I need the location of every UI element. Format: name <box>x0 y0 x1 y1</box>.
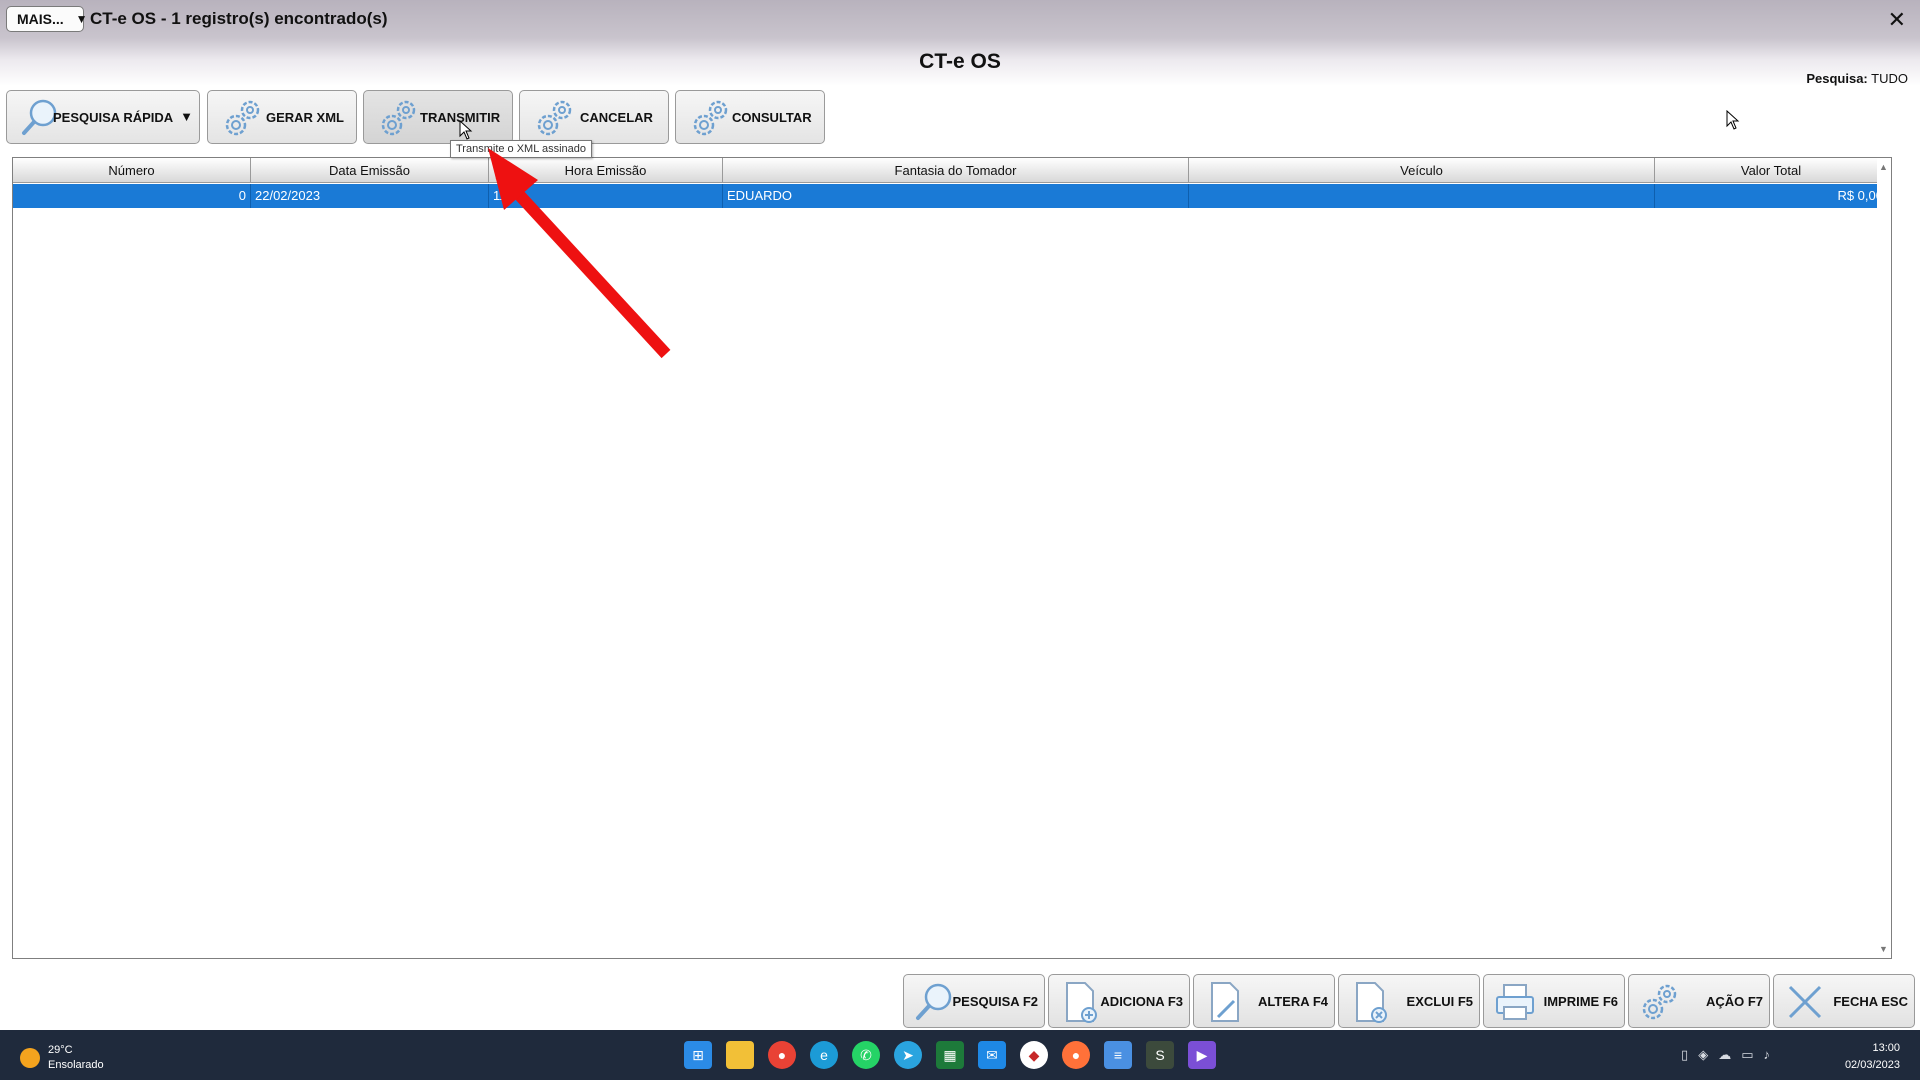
page-title: CT-e OS <box>919 50 1001 73</box>
edit-f4-label: ALTERA F4 <box>1257 994 1328 1009</box>
search-f2-button[interactable]: PESQUISA F2 <box>903 974 1045 1028</box>
search-filter-value: TUDO <box>1871 71 1908 86</box>
action-f7-label: AÇÃO F7 <box>1705 994 1763 1009</box>
cell-tomador: EDUARDO <box>723 184 1189 208</box>
edit-f4-button[interactable]: ALTERA F4 <box>1193 974 1335 1028</box>
window-title: CT-e OS - 1 registro(s) encontrado(s) <box>90 9 388 28</box>
add-document-icon <box>1066 982 1097 1023</box>
delete-document-icon <box>1356 982 1387 1023</box>
scroll-down-icon[interactable]: ▼ <box>1879 944 1888 954</box>
cloud-icon[interactable]: ☁ <box>1718 1047 1731 1063</box>
mouse-cursor-icon <box>1726 110 1740 130</box>
cell-veiculo <box>1189 184 1655 208</box>
usb-icon[interactable]: ▯ <box>1681 1047 1688 1063</box>
search-filter-caption: Pesquisa: <box>1806 71 1868 86</box>
chevron-down-icon: ▼ <box>75 12 88 26</box>
vertical-scrollbar[interactable]: ▲ ▼ <box>1877 158 1891 958</box>
consult-label: CONSULTAR <box>732 110 812 125</box>
notepad-icon[interactable]: ≡ <box>1104 1041 1132 1069</box>
more-button[interactable]: MAIS... ▼ <box>6 6 88 32</box>
security-icon[interactable]: ◆ <box>1020 1041 1048 1069</box>
scroll-up-icon[interactable]: ▲ <box>1879 162 1888 172</box>
cell-numero: 0 <box>13 184 251 208</box>
cancel-button[interactable]: CANCELAR <box>519 90 669 144</box>
generate-xml-label: GERAR XML <box>266 110 344 125</box>
print-f6-button[interactable]: IMPRIME F6 <box>1483 974 1625 1028</box>
mouse-cursor-icon <box>459 120 473 140</box>
gear-icon <box>225 100 260 136</box>
search-filter-label: Pesquisa: TUDO <box>1806 71 1908 86</box>
system-tray: ▯ ◈ ☁ ▭ ♪ <box>1681 1047 1770 1063</box>
spreadsheet-icon[interactable]: ▦ <box>936 1041 964 1069</box>
close-esc-button[interactable]: FECHA ESC <box>1773 974 1915 1028</box>
column-header-data-emissao[interactable]: Data Emissão <box>251 158 489 183</box>
column-header-tomador[interactable]: Fantasia do Tomador <box>723 158 1189 183</box>
gear-icon <box>381 100 416 136</box>
cell-valor-total: R$ 0,00 <box>1655 184 1888 208</box>
quick-search-label: PESQUISA RÁPIDA <box>53 110 174 125</box>
edit-document-icon <box>1211 982 1239 1022</box>
gear-icon <box>1642 984 1677 1020</box>
cancel-label: CANCELAR <box>580 110 653 125</box>
app-icon[interactable]: S <box>1146 1041 1174 1069</box>
records-grid: Número Data Emissão Hora Emissão Fantasi… <box>12 157 1892 959</box>
shield-icon[interactable]: ◈ <box>1698 1047 1708 1063</box>
consult-button[interactable]: CONSULTAR <box>675 90 825 144</box>
sun-icon <box>20 1048 40 1068</box>
mail-icon[interactable]: ✉ <box>978 1041 1006 1069</box>
clock-time: 13:00 <box>1872 1042 1900 1054</box>
start-icon[interactable]: ⊞ <box>684 1041 712 1069</box>
whatsapp-icon[interactable]: ✆ <box>852 1041 880 1069</box>
edge-icon[interactable]: e <box>810 1041 838 1069</box>
chrome-icon[interactable]: ● <box>768 1041 796 1069</box>
close-esc-label: FECHA ESC <box>1833 994 1908 1009</box>
magnifier-icon <box>916 983 952 1020</box>
table-row[interactable]: 0 22/02/2023 11:06 EDUARDO R$ 0,00 <box>13 184 1888 208</box>
video-editor-icon[interactable]: ▶ <box>1188 1041 1216 1069</box>
taskbar-apps: ⊞ ● e ✆ ➤ ▦ ✉ ◆ ● ≡ S ▶ <box>684 1041 1216 1069</box>
weather-condition: Ensolarado <box>48 1059 104 1071</box>
close-icon[interactable]: ✕ <box>1888 7 1906 33</box>
more-button-label: MAIS... <box>17 11 64 27</box>
delete-f5-label: EXCLUI F5 <box>1406 994 1473 1009</box>
add-f3-button[interactable]: ADICIONA F3 <box>1048 974 1190 1028</box>
search-f2-label: PESQUISA F2 <box>952 994 1038 1009</box>
title-bar: MAIS... ▼ CT-e OS - 1 registro(s) encont… <box>0 0 1920 38</box>
clock-date: 02/03/2023 <box>1844 1059 1900 1071</box>
generate-xml-button[interactable]: GERAR XML <box>207 90 357 144</box>
annotation-arrow-icon <box>488 148 671 359</box>
close-icon <box>1788 985 1822 1019</box>
telegram-icon[interactable]: ➤ <box>894 1041 922 1069</box>
speaker-icon[interactable]: ♪ <box>1764 1047 1771 1063</box>
gear-icon <box>693 100 728 136</box>
weather-widget[interactable]: 29°C Ensolarado <box>20 1043 104 1073</box>
quick-search-button[interactable]: PESQUISA RÁPIDA ▼ <box>6 90 200 144</box>
cell-data-emissao: 22/02/2023 <box>251 184 489 208</box>
file-explorer-icon[interactable] <box>726 1041 754 1069</box>
action-f7-button[interactable]: AÇÃO F7 <box>1628 974 1770 1028</box>
delete-f5-button[interactable]: EXCLUI F5 <box>1338 974 1480 1028</box>
transmit-button[interactable]: TRANSMITIR <box>363 90 513 144</box>
column-header-numero[interactable]: Número <box>13 158 251 183</box>
printer-icon <box>1496 984 1534 1020</box>
column-header-valor-total[interactable]: Valor Total <box>1655 158 1888 183</box>
add-f3-label: ADICIONA F3 <box>1100 994 1183 1009</box>
column-header-veiculo[interactable]: Veículo <box>1189 158 1655 183</box>
system-clock[interactable]: 13:00 02/03/2023 <box>1845 1040 1900 1074</box>
taskbar: 29°C Ensolarado ⊞ ● e ✆ ➤ ▦ ✉ ◆ ● ≡ S ▶ … <box>0 1030 1920 1080</box>
gear-icon <box>537 100 572 136</box>
network-icon[interactable]: ▭ <box>1741 1047 1753 1063</box>
weather-temperature: 29°C <box>48 1044 73 1056</box>
firefox-icon[interactable]: ● <box>1062 1041 1090 1069</box>
chevron-down-icon[interactable]: ▼ <box>180 109 193 124</box>
grid-header: Número Data Emissão Hora Emissão Fantasi… <box>13 158 1888 183</box>
print-f6-label: IMPRIME F6 <box>1543 994 1618 1009</box>
